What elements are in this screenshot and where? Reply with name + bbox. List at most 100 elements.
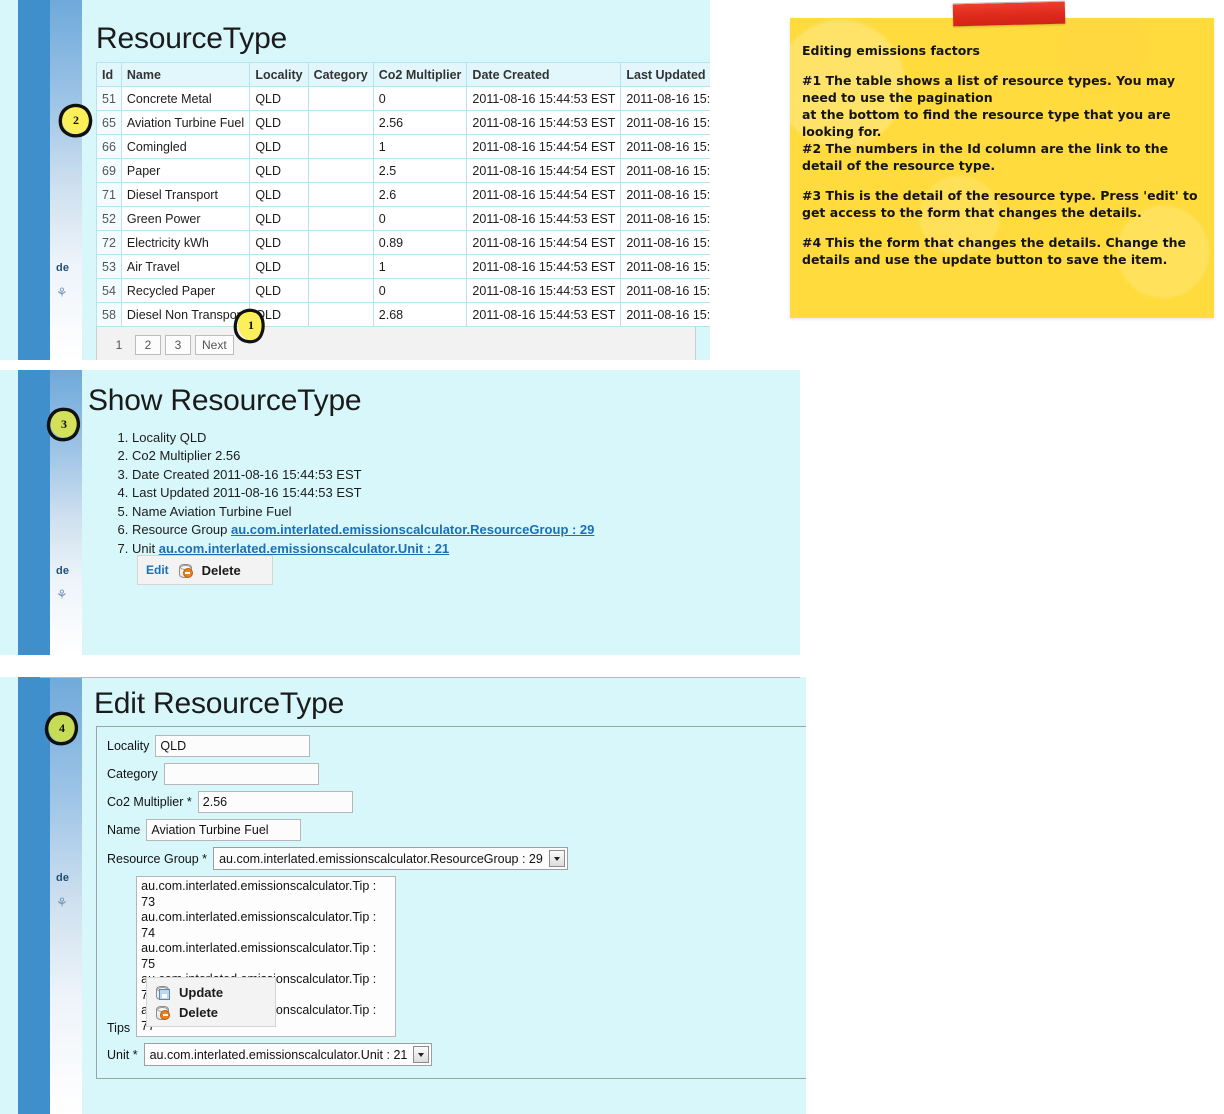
unit-selected-value: au.com.interlated.emissionscalculator.Un… xyxy=(149,1047,408,1062)
sidebar-rail-label: de xyxy=(56,262,70,274)
sidebar-rail-label: de xyxy=(56,565,70,577)
detail-item-label: Co2 Multiplier xyxy=(132,448,216,463)
table-cell xyxy=(307,278,374,303)
tips-option[interactable]: au.com.interlated.emissionscalculator.Ti… xyxy=(141,941,391,972)
table-row[interactable]: 65 Aviation Turbine Fuel QLD 2.56 2011-08-1… xyxy=(96,110,710,135)
table-row[interactable]: 53 Air Travel QLD 1 2011-08-16 15:44:53 EST… xyxy=(96,254,710,279)
table-cell: QLD xyxy=(249,206,309,231)
table-cell: 2011-08-16 15:44:55 EST xyxy=(620,206,710,231)
chevron-down-icon[interactable] xyxy=(548,850,565,867)
category-input[interactable] xyxy=(163,763,319,785)
chevron-down-icon[interactable] xyxy=(413,1046,430,1063)
table-cell xyxy=(307,86,374,111)
row-id-link[interactable]: 71 xyxy=(96,182,122,207)
row-id-link[interactable]: 53 xyxy=(96,254,122,279)
column-header-name: Name xyxy=(120,62,251,87)
pagination[interactable]: 1 2 3 Next xyxy=(96,327,696,360)
resource-type-table: Id Name Locality Category Co2 Multiplier Date… xyxy=(96,62,710,327)
edit-link[interactable]: Edit xyxy=(146,563,169,577)
row-id-link[interactable]: 52 xyxy=(96,206,122,231)
sidebar-rail-label: de xyxy=(56,872,70,884)
table-row[interactable]: 69 Paper QLD 2.5 2011-08-16 15:44:54 EST 201… xyxy=(96,158,710,183)
resource-group-select[interactable]: au.com.interlated.emissionscalculator.Re… xyxy=(213,847,568,870)
detail-item-value: 2.56 xyxy=(215,448,241,463)
table-cell: QLD xyxy=(249,182,309,207)
table-cell xyxy=(307,206,374,231)
table-cell: QLD xyxy=(249,86,309,111)
locality-input[interactable]: QLD xyxy=(155,735,311,757)
callout-marker-3-number: 3 xyxy=(61,416,67,431)
field-category: Category xyxy=(107,763,797,785)
red-tape-decoration xyxy=(952,0,1066,27)
tips-label: Tips xyxy=(107,1021,131,1035)
row-id-link[interactable]: 65 xyxy=(96,110,122,135)
table-cell: Paper xyxy=(120,158,251,183)
note-heading: Editing emissions factors xyxy=(802,43,980,58)
table-cell: Green Power xyxy=(120,206,251,231)
table-row[interactable]: 54 Recycled Paper QLD 0 2011-08-16 15:44:53… xyxy=(96,278,710,303)
table-row[interactable]: 52 Green Power QLD 0 2011-08-16 15:44:53 ES… xyxy=(96,206,710,231)
row-id-link[interactable]: 72 xyxy=(96,230,122,255)
co2-multiplier-input[interactable]: 2.56 xyxy=(197,791,353,813)
update-row[interactable]: Update xyxy=(155,982,265,1002)
name-input[interactable]: Aviation Turbine Fuel xyxy=(146,819,302,841)
callout-marker-1: 1 xyxy=(231,305,271,345)
table-cell: 2.6 xyxy=(372,182,468,207)
tips-option[interactable]: au.com.interlated.emissionscalculator.Ti… xyxy=(141,879,391,910)
detail-item-link[interactable]: au.com.interlated.emissionscalculator.Un… xyxy=(159,541,449,556)
note-paragraph-3: #3 This is the detail of the resource ty… xyxy=(802,188,1198,220)
column-header-date-created: Date Created xyxy=(466,62,622,87)
table-cell xyxy=(307,230,374,255)
detail-item-label: Unit xyxy=(132,540,159,556)
callout-marker-1-number: 1 xyxy=(248,317,254,332)
table-cell: 2011-08-16 15:44:53 EST xyxy=(620,110,710,135)
delete-button[interactable]: Delete xyxy=(179,1005,218,1020)
detail-item-value: QLD xyxy=(179,429,207,445)
table-row[interactable]: 51 Concrete Metal QLD 0 2011-08-16 15:44:53… xyxy=(96,86,710,111)
row-id-link[interactable]: 69 xyxy=(96,158,122,183)
pagination-next[interactable]: Next xyxy=(195,335,234,355)
delete-button[interactable]: Delete xyxy=(202,563,241,578)
table-cell xyxy=(307,158,374,183)
detail-item: Date Created 2011-08-16 15:44:53 EST xyxy=(132,467,594,482)
table-cell: 2011-08-16 15:44:53 EST xyxy=(466,86,622,111)
detail-item: Last Updated 2011-08-16 15:44:53 EST xyxy=(132,485,594,500)
detail-item-value: 2011-08-16 15:44:53 EST xyxy=(212,485,362,500)
note-paragraph-2: #2 The numbers in the Id column are the … xyxy=(802,141,1169,173)
table-cell: Concrete Metal xyxy=(120,86,251,111)
pagination-3[interactable]: 3 xyxy=(165,335,191,355)
show-actions-bar: Edit Delete xyxy=(137,555,273,585)
locality-label: Locality xyxy=(107,739,150,753)
note-paragraph-1: #1 The table shows a list of resource ty… xyxy=(802,73,1176,105)
database-save-icon xyxy=(155,984,170,1000)
detail-item: Name Aviation Turbine Fuel xyxy=(132,504,594,519)
resource-group-label: Resource Group * xyxy=(107,851,208,866)
table-cell: 2011-08-16 15:44:54 EST xyxy=(620,158,710,183)
detail-item-link[interactable]: au.com.interlated.emissionscalculator.Re… xyxy=(231,522,594,537)
tips-option[interactable]: au.com.interlated.emissionscalculator.Ti… xyxy=(141,910,391,941)
unit-select[interactable]: au.com.interlated.emissionscalculator.Un… xyxy=(143,1043,433,1066)
panel-divider xyxy=(40,677,800,678)
table-row[interactable]: 71 Diesel Transport QLD 2.6 2011-08-16 15:4… xyxy=(96,182,710,207)
callout-marker-4-number: 4 xyxy=(59,720,65,735)
unit-label: Unit * xyxy=(107,1047,138,1062)
detail-item-label: Last Updated xyxy=(132,485,213,500)
table-cell xyxy=(307,134,374,159)
co2-multiplier-label: Co2 Multiplier * xyxy=(107,795,192,809)
row-id-link[interactable]: 51 xyxy=(96,86,122,111)
database-delete-icon xyxy=(178,562,193,578)
table-cell: QLD xyxy=(249,110,309,135)
row-id-link[interactable]: 54 xyxy=(96,278,122,303)
table-cell: QLD xyxy=(249,158,309,183)
update-button[interactable]: Update xyxy=(179,985,223,1000)
delete-row[interactable]: Delete xyxy=(155,1002,265,1022)
pagination-2[interactable]: 2 xyxy=(135,335,161,355)
table-row[interactable]: 72 Electricity kWh QLD 0.89 2011-08-16 15:4… xyxy=(96,230,710,255)
table-cell: 2011-08-16 15:44:53 EST xyxy=(466,254,622,279)
table-row[interactable]: 58 Diesel Non Transport QLD 2.68 2011-08-16… xyxy=(96,302,710,327)
table-row[interactable]: 66 Comingled QLD 1 2011-08-16 15:44:54 EST 2… xyxy=(96,134,710,159)
page-title: ResourceType xyxy=(96,22,288,55)
row-id-link[interactable]: 66 xyxy=(96,134,122,159)
table-cell: 0 xyxy=(372,206,468,231)
row-id-link[interactable]: 58 xyxy=(96,302,122,327)
